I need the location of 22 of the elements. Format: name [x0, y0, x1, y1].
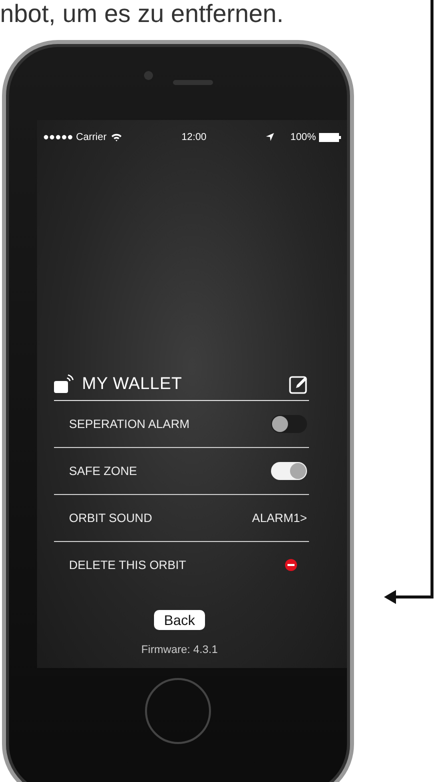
speaker-icon — [172, 80, 212, 84]
back-button[interactable]: Back — [154, 610, 206, 630]
wifi-icon — [110, 132, 122, 142]
toggle-switch[interactable] — [271, 462, 307, 480]
device-name: MY WALLET — [82, 374, 184, 394]
firmware-text: Firmware: 4.3.1 — [141, 644, 218, 656]
toggle-switch[interactable] — [271, 415, 307, 433]
battery-percent-text: 100% — [290, 132, 316, 142]
edit-icon[interactable] — [289, 374, 309, 394]
carrier-text: ●●●●● Carrier — [43, 132, 107, 142]
setting-label: SAFE ZONE — [69, 464, 138, 478]
setting-label: SEPERATION ALARM — [69, 417, 190, 431]
setting-label: DELETE THIS ORBIT — [69, 558, 188, 572]
minus-circle-icon[interactable] — [285, 559, 297, 571]
clock-text: 12:00 — [181, 132, 206, 142]
camera-icon — [144, 70, 152, 80]
setting-label: ORBIT SOUND — [69, 511, 154, 525]
wallet-icon — [54, 374, 74, 394]
battery-icon — [319, 132, 341, 142]
location-arrow-icon — [266, 133, 274, 141]
caption-text: nbot, um es zu entfernen. — [0, 0, 285, 28]
setting-value[interactable]: ALARM1> — [252, 511, 307, 525]
